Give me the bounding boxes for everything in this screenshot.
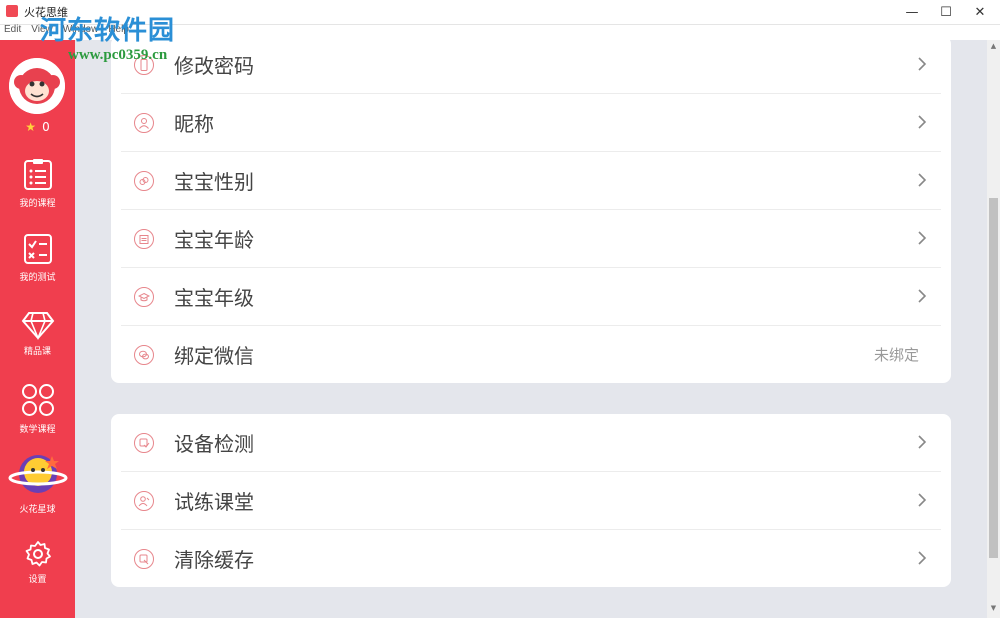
row-label: 昵称 [174,112,214,136]
maximize-button[interactable]: ☐ [929,0,963,24]
settings-row-bind-wechat[interactable]: 绑定微信 未绑定 [121,326,941,383]
window-title: 火花思维 [24,6,68,19]
test-checklist-icon [23,234,52,264]
sidebar-item-math-courses[interactable]: 数学课程 [0,382,75,435]
scroll-down-icon[interactable]: ▼ [987,604,1000,616]
gear-icon [25,541,51,567]
device-check-icon [134,432,154,453]
wechat-icon [134,344,154,365]
scrollbar-thumb[interactable] [989,198,998,558]
person-icon [134,112,154,133]
phone-icon [134,54,154,75]
sidebar-item-label: 火花星球 [19,505,56,515]
graduation-cap-icon [134,286,154,307]
row-label: 绑定微信 [174,344,254,368]
scroll-up-icon[interactable]: ▲ [987,42,1000,54]
planet-icon [8,455,67,493]
avatar[interactable] [9,58,65,114]
menu-help[interactable]: Help [108,24,129,40]
chevron-right-icon [918,57,927,71]
row-label: 修改密码 [174,54,254,78]
star-count: ★ 0 [25,120,50,134]
row-label: 设备检测 [174,432,254,456]
chevron-right-icon [918,289,927,303]
diamond-icon [21,312,54,340]
sidebar-item-label: 设置 [28,575,47,585]
row-label: 宝宝年龄 [174,228,254,252]
star-icon: ★ [25,120,37,134]
sidebar-item-my-tests[interactable]: 我的测试 [0,232,75,283]
close-button[interactable]: ✕ [963,0,997,24]
vertical-scrollbar[interactable]: ▲ ▼ [987,40,1000,618]
settings-row-device-check[interactable]: 设备检测 [121,414,941,472]
menu-view[interactable]: View [31,24,53,40]
settings-row-practice-classroom[interactable]: 试练课堂 [121,472,941,530]
sidebar-item-premium-courses[interactable]: 精品课 [0,310,75,357]
settings-row-baby-age[interactable]: 宝宝年龄 [121,210,941,268]
sidebar-item-label: 我的测试 [19,273,56,283]
app-logo-icon [6,5,18,17]
menu-edit[interactable]: Edit [4,24,21,40]
minimize-button[interactable]: — [895,0,929,24]
row-label: 宝宝性别 [174,170,254,194]
chevron-right-icon [918,493,927,507]
gender-icon [134,170,154,191]
sidebar-item-settings[interactable]: 设置 [0,540,75,585]
account-settings-card: 修改密码 昵称 宝宝性别 宝宝年龄 宝宝年级 绑定微信 未绑定 [111,36,951,383]
settings-row-nickname[interactable]: 昵称 [121,94,941,152]
clear-cache-icon [134,548,154,569]
chevron-right-icon [918,173,927,187]
device-settings-card: 设备检测 试练课堂 清除缓存 [111,414,951,587]
sidebar-item-spark-planet[interactable]: 火花星球 [0,450,75,515]
sidebar-item-label: 精品课 [23,347,51,357]
wechat-bind-status: 未绑定 [873,346,919,364]
sidebar-item-label: 数学课程 [19,425,56,435]
practice-icon [134,490,154,511]
title-bar: 火花思维 — ☐ ✕ [0,0,1000,25]
row-label: 宝宝年级 [174,286,254,310]
sidebar-item-label: 我的课程 [19,199,56,209]
settings-row-change-password[interactable]: 修改密码 [121,36,941,94]
menu-window[interactable]: Window [63,24,99,40]
sidebar: ★ 0 我的课程 我的测试 精品课 数学课程 火花星球 设置 [0,40,75,618]
menu-bar: Edit View Window Help [0,24,129,40]
row-label: 清除缓存 [174,548,254,572]
row-label: 试练课堂 [174,490,254,514]
chevron-right-icon [918,115,927,129]
grid-flower-icon [21,384,54,416]
calendar-icon [134,228,154,249]
settings-row-baby-gender[interactable]: 宝宝性别 [121,152,941,210]
settings-panel: 修改密码 昵称 宝宝性别 宝宝年龄 宝宝年级 绑定微信 未绑定 设备检测 试练课… [75,36,987,618]
settings-row-baby-grade[interactable]: 宝宝年级 [121,268,941,326]
chevron-right-icon [918,551,927,565]
chevron-right-icon [918,231,927,245]
settings-row-clear-cache[interactable]: 清除缓存 [121,530,941,587]
sidebar-item-my-courses[interactable]: 我的课程 [0,158,75,209]
course-list-icon [23,159,52,190]
chevron-right-icon [918,435,927,449]
monkey-avatar-icon [9,58,65,114]
